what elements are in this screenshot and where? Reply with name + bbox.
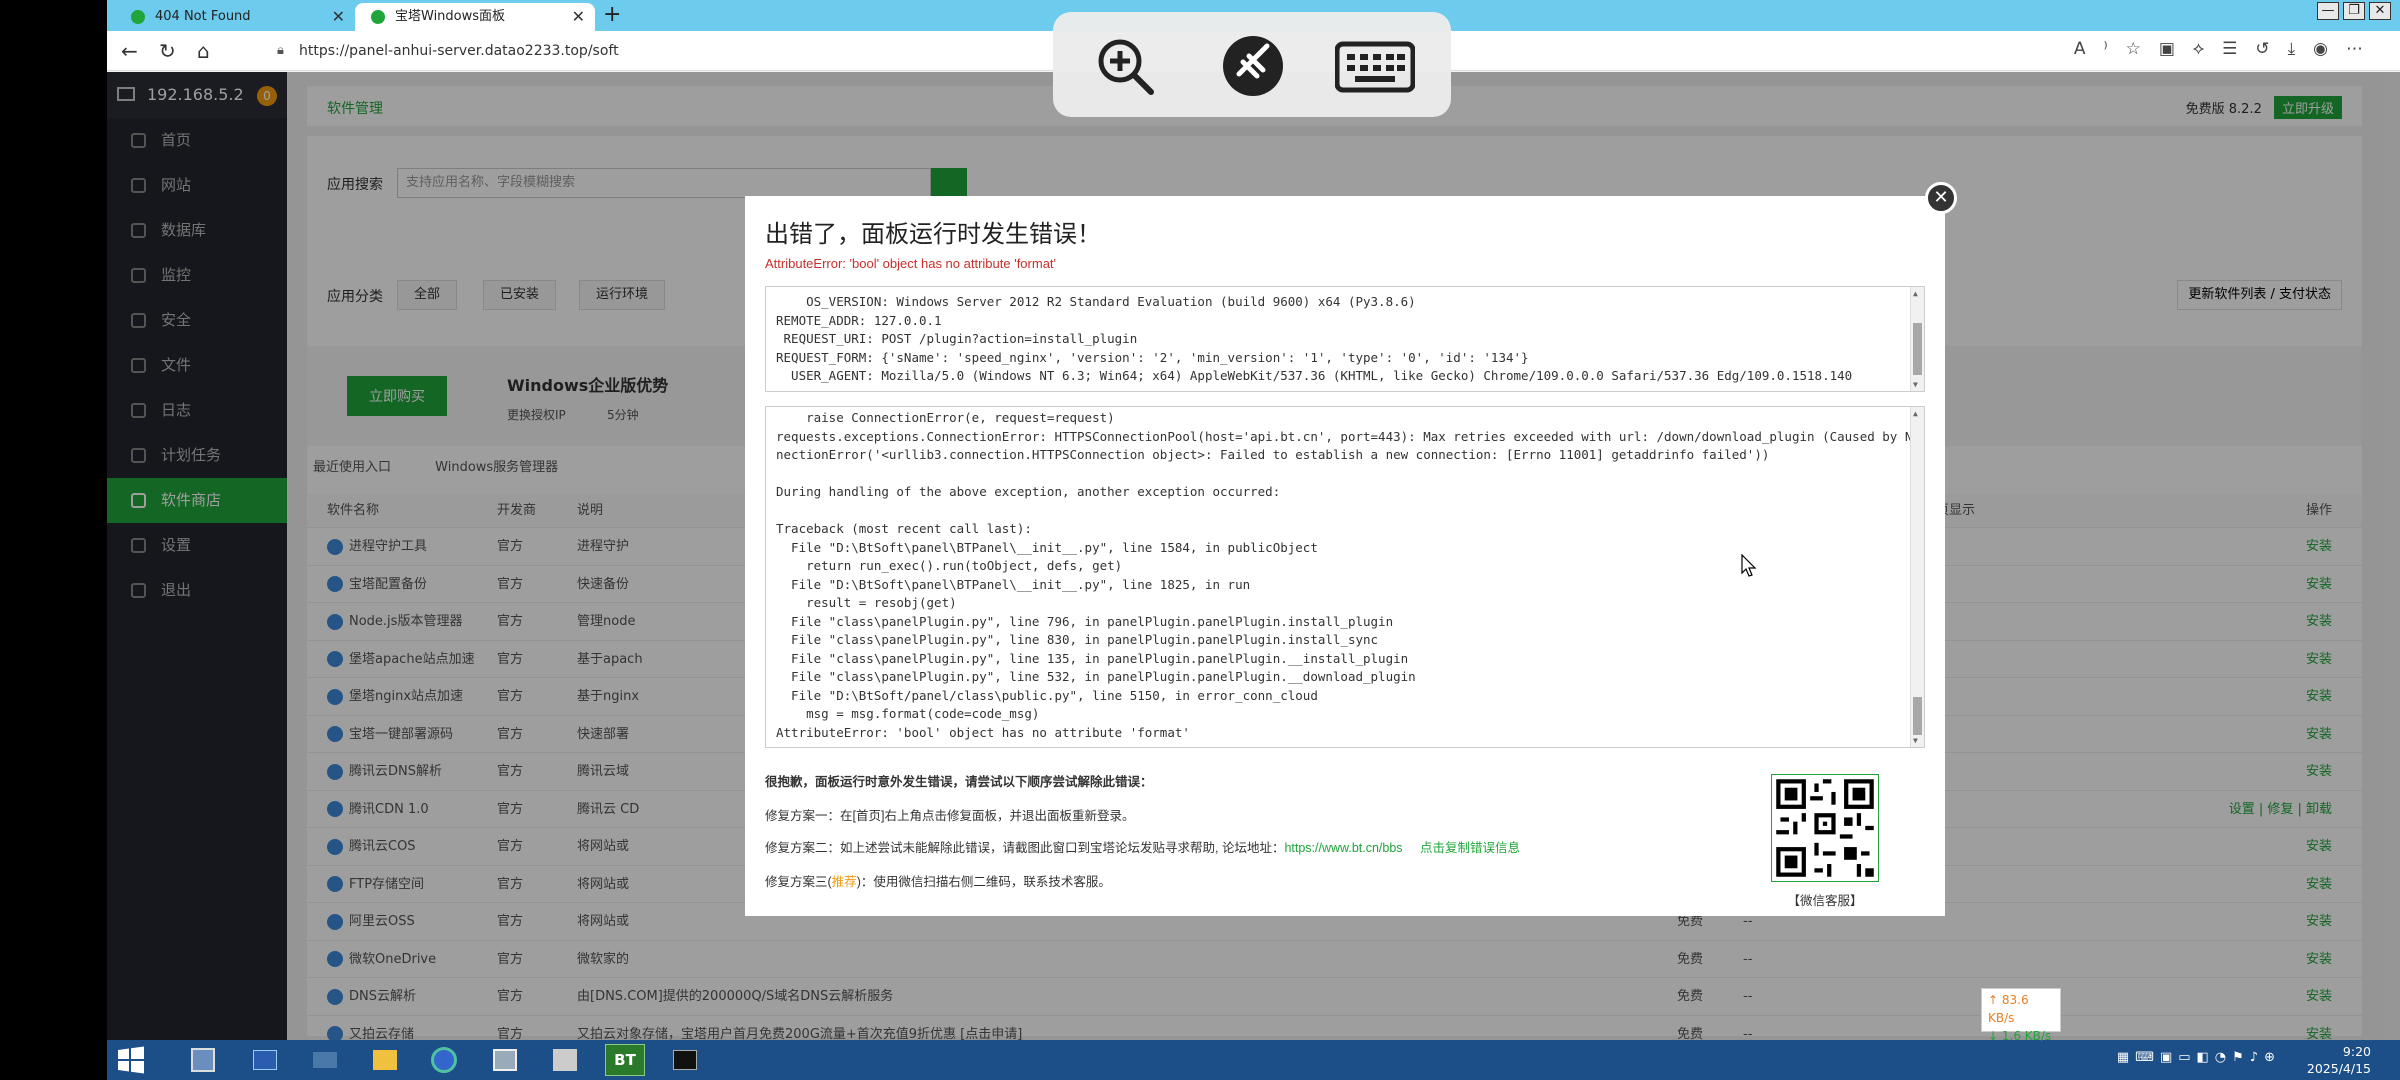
- qr-caption: 【微信客服】: [1787, 893, 1863, 908]
- tab-title: 宝塔Windows面板: [395, 9, 506, 24]
- app-icon[interactable]: [485, 1044, 525, 1076]
- tab-title: 404 Not Found: [155, 9, 251, 24]
- env-log-box[interactable]: OS_VERSION: Windows Server 2012 R2 Stand…: [765, 286, 1925, 392]
- download-speed: ↓ 1.6 KB/s: [1988, 1029, 2052, 1043]
- scroll-up-icon[interactable]: ▲: [1913, 409, 1918, 418]
- lock-icon: 🔒︎: [277, 43, 284, 58]
- back-icon[interactable]: ←: [121, 39, 138, 63]
- windows-start-icon[interactable]: [115, 1044, 147, 1076]
- fix-option-2-text: 修复方案二：如上述尝试未能解除此错误，请截图此窗口到宝塔论坛发贴寻求帮助, 论坛…: [765, 841, 1285, 855]
- mouse-cursor-icon: [1741, 554, 1757, 577]
- window-controls: — ❐ ✕: [2313, 2, 2391, 20]
- scroll-down-icon[interactable]: ▼: [1913, 380, 1918, 389]
- tab-close-icon[interactable]: ✕: [572, 3, 585, 31]
- minimize-button[interactable]: —: [2317, 2, 2339, 20]
- fix-option-3-suffix: )：使用微信扫描右侧二维码，联系技术客服。: [856, 875, 1111, 889]
- scroll-thumb[interactable]: [1913, 323, 1922, 375]
- url-text: https://panel-anhui-server.datao2233.top…: [299, 43, 619, 59]
- wechat-qr-code: [1771, 774, 1879, 882]
- fix-option-3-text: 修复方案三(: [765, 875, 832, 889]
- scroll-up-icon[interactable]: ▲: [1913, 289, 1918, 298]
- tab-bt-panel[interactable]: 宝塔Windows面板 ✕: [355, 3, 595, 31]
- tab-404[interactable]: 404 Not Found ✕: [115, 3, 355, 31]
- browser-toolbar-icons[interactable]: A⁾☆▣⟡☰↺⤓◉⋯: [2074, 39, 2381, 59]
- error-title: 出错了，面板运行时发生错误！: [765, 220, 1101, 248]
- new-tab-button[interactable]: +: [603, 2, 621, 27]
- tab-close-icon[interactable]: ✕: [332, 3, 345, 31]
- close-dialog-button[interactable]: ✕: [1925, 182, 1957, 214]
- system-tray-icons[interactable]: ▦⌨▣▭◧◔⚑♪⊕: [2117, 1050, 2281, 1065]
- terminal-icon[interactable]: [665, 1044, 705, 1076]
- error-dialog: 出错了，面板运行时发生错误！ AttributeError: 'bool' ob…: [745, 196, 1945, 916]
- file-explorer-icon[interactable]: [365, 1044, 405, 1076]
- app-icon[interactable]: [545, 1044, 585, 1076]
- edge-browser-icon[interactable]: [425, 1044, 465, 1076]
- network-speed-widget: ↑ 83.6 KB/s ↓ 1.6 KB/s: [1981, 988, 2061, 1043]
- clock-date: 2025/4/15: [2306, 1061, 2371, 1076]
- upload-speed: ↑ 83.6 KB/s: [1988, 993, 2029, 1025]
- scrollbar[interactable]: ▲ ▼: [1910, 407, 1924, 747]
- bt-favicon-icon: [131, 10, 145, 24]
- maximize-button[interactable]: ❐: [2343, 2, 2365, 20]
- fix-option-2: 修复方案二：如上述尝试未能解除此错误，请截图此窗口到宝塔论坛发贴寻求帮助, 论坛…: [765, 837, 1520, 856]
- env-log-text: OS_VERSION: Windows Server 2012 R2 Stand…: [776, 294, 1853, 383]
- remote-desktop-toolbar: [1053, 12, 1451, 117]
- qr-code-icon: [1772, 775, 1878, 881]
- clock-time: 9:20: [2342, 1044, 2371, 1059]
- recommended-tag: 推荐: [831, 875, 857, 889]
- bt-panel-taskbar-icon[interactable]: BT: [605, 1044, 645, 1076]
- remote-desktop-screen: 404 Not Found ✕ 宝塔Windows面板 ✕ + — ❐ ✕ ← ↻ …: [107, 0, 2400, 1080]
- scroll-down-icon[interactable]: ▼: [1913, 736, 1918, 745]
- home-icon[interactable]: ⌂: [197, 39, 210, 63]
- fix-option-1: 修复方案一：在[首页]右上角点击修复面板，并退出面板重新登录。: [765, 809, 1135, 823]
- forum-link[interactable]: https://www.bt.cn/bbs: [1284, 841, 1402, 855]
- close-window-button[interactable]: ✕: [2369, 2, 2391, 20]
- refresh-icon[interactable]: ↻: [159, 39, 176, 63]
- disconnect-icon[interactable]: [1221, 34, 1285, 98]
- scroll-thumb[interactable]: [1913, 697, 1922, 735]
- bt-favicon-icon: [371, 10, 385, 24]
- scrollbar[interactable]: ▲ ▼: [1910, 287, 1924, 391]
- folder-icon[interactable]: [305, 1044, 345, 1076]
- zoom-in-icon[interactable]: [1093, 34, 1157, 98]
- fix-intro: 很抱歉，面板运行时意外发生错误，请尝试以下顺序尝试解除此错误：: [765, 775, 1153, 789]
- powershell-icon[interactable]: [245, 1044, 285, 1076]
- server-manager-icon[interactable]: [183, 1044, 223, 1076]
- taskbar-clock[interactable]: 9:20 2025/4/15: [2307, 1043, 2371, 1077]
- error-subtitle: AttributeError: 'bool' object has no att…: [765, 256, 1057, 271]
- copy-error-link[interactable]: 点击复制错误信息: [1420, 841, 1520, 855]
- bt-label: BT: [614, 1051, 636, 1069]
- windows-taskbar: BT ▦⌨▣▭◧◔⚑♪⊕ 9:20 2025/4/15: [107, 1040, 2400, 1080]
- keyboard-icon[interactable]: [1335, 34, 1415, 98]
- fix-option-3: 修复方案三(推荐)：使用微信扫描右侧二维码，联系技术客服。: [765, 871, 1111, 890]
